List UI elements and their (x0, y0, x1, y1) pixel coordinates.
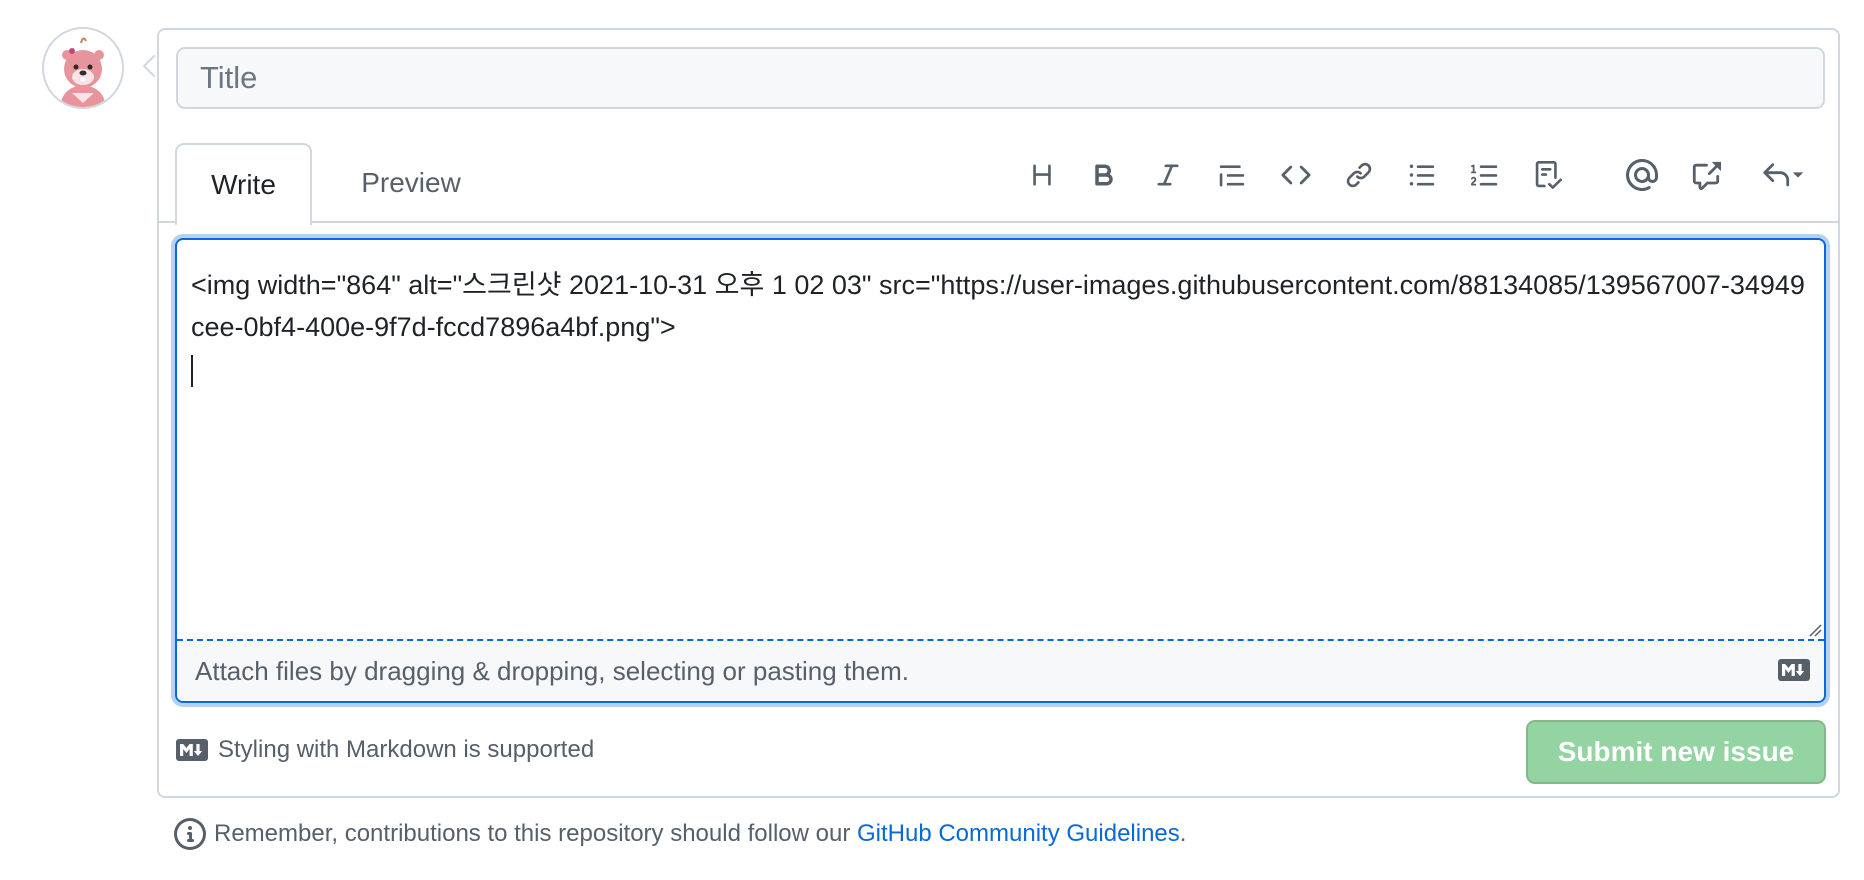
markdown-icon (176, 739, 208, 761)
italic-icon (1157, 164, 1179, 186)
attach-files-bar[interactable]: Attach files by dragging & dropping, sel… (177, 639, 1824, 701)
saved-replies-button[interactable] (1752, 150, 1814, 200)
ordered-list-icon (1471, 164, 1498, 186)
link-icon (1346, 162, 1372, 188)
bold-button[interactable] (1084, 150, 1124, 200)
notice-suffix: . (1179, 820, 1187, 847)
unordered-list-icon (1409, 164, 1435, 186)
tab-write[interactable]: Write (175, 143, 312, 225)
mention-icon (1626, 159, 1658, 191)
heading-icon (1033, 164, 1051, 186)
reply-icon (1763, 163, 1790, 187)
editor-tab-bar: Write Preview (159, 143, 1838, 225)
quote-icon (1219, 165, 1245, 187)
tab-preview[interactable]: Preview (331, 143, 491, 223)
comment-textarea[interactable]: <img width="864" alt="스크린샷 2021-10-31 오후… (177, 240, 1824, 640)
mention-button[interactable] (1622, 150, 1662, 200)
submit-new-issue-button[interactable]: Submit new issue (1526, 720, 1826, 784)
textarea-content: <img width="864" alt="스크린샷 2021-10-31 오후… (191, 270, 1805, 342)
code-button[interactable] (1276, 150, 1316, 200)
task-list-icon (1535, 161, 1562, 189)
unordered-list-button[interactable] (1402, 150, 1442, 200)
task-list-button[interactable] (1528, 150, 1568, 200)
notice-text: Remember, contributions to this reposito… (214, 820, 857, 847)
link-button[interactable] (1339, 150, 1379, 200)
resize-grip-icon[interactable] (1806, 621, 1822, 637)
cross-reference-button[interactable] (1686, 150, 1726, 200)
markdown-support-note[interactable]: Styling with Markdown is supported (176, 736, 594, 764)
quote-button[interactable] (1212, 150, 1252, 200)
community-guidelines-link[interactable]: GitHub Community Guidelines (857, 820, 1180, 847)
beaver-avatar-icon (44, 29, 122, 107)
chevron-down-icon (1792, 172, 1804, 178)
cross-reference-icon (1692, 161, 1721, 190)
ordered-list-button[interactable] (1465, 150, 1505, 200)
attach-files-hint: Attach files by dragging & dropping, sel… (195, 655, 909, 686)
code-icon (1281, 165, 1311, 185)
italic-button[interactable] (1148, 150, 1188, 200)
text-caret (191, 354, 193, 387)
info-icon (174, 818, 206, 850)
title-input[interactable] (176, 47, 1825, 109)
markdown-note-text: Styling with Markdown is supported (218, 736, 595, 763)
avatar[interactable] (42, 27, 124, 109)
markdown-icon[interactable] (1778, 659, 1810, 681)
heading-button[interactable] (1022, 150, 1062, 200)
bold-icon (1095, 164, 1113, 186)
contribution-notice: Remember, contributions to this reposito… (174, 818, 1186, 850)
comment-editor: <img width="864" alt="스크린샷 2021-10-31 오후… (175, 238, 1826, 703)
